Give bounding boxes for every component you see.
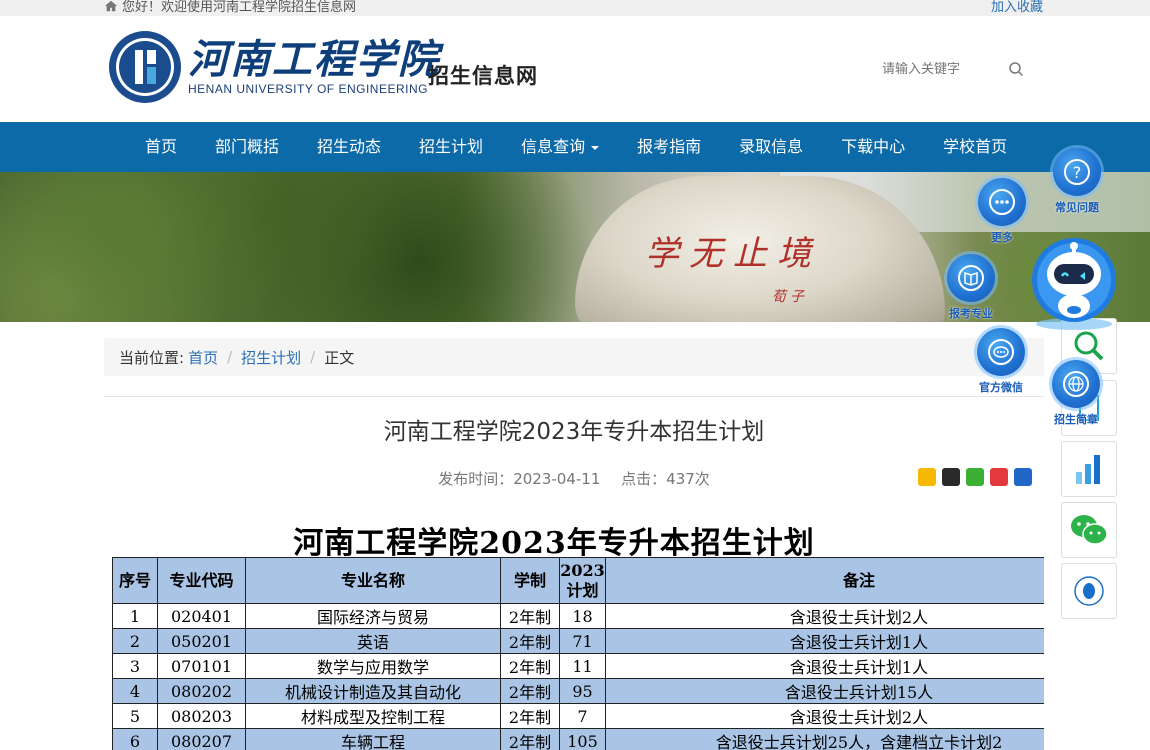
weibo-share-icon[interactable] xyxy=(990,468,1008,486)
qzone-share-icon[interactable] xyxy=(918,468,936,486)
nav-item-department[interactable]: 部门概括 xyxy=(196,122,298,172)
renren-share-icon[interactable] xyxy=(1014,468,1032,486)
share-buttons xyxy=(918,468,1032,486)
svg-text:?: ? xyxy=(1073,163,1082,182)
search-icon[interactable] xyxy=(1008,61,1024,77)
chevron-down-icon xyxy=(591,145,600,150)
publish-time: 发布时间：2023-04-11 xyxy=(438,470,601,488)
divider xyxy=(104,396,1044,397)
breadcrumb-label: 当前位置: xyxy=(119,348,185,367)
banner-rock-inscription: 学无止境 xyxy=(645,234,821,274)
nav-item-news[interactable]: 招生动态 xyxy=(298,122,400,172)
nav-item-query[interactable]: 信息查询 xyxy=(502,122,618,172)
table-row: 4 080202 机械设计制造及其自动化 2年制 95 含退役士兵计划15人 xyxy=(112,678,1044,704)
nav-item-plan[interactable]: 招生计划 xyxy=(400,122,502,172)
nav-item-guide[interactable]: 报考指南 xyxy=(618,122,720,172)
add-favorite-link[interactable]: 加入收藏 xyxy=(991,0,1043,15)
more-icon xyxy=(978,178,1026,226)
school-seal-icon xyxy=(109,31,181,103)
globe-icon xyxy=(1052,360,1100,408)
wechat-share-icon[interactable] xyxy=(966,468,984,486)
table-row: 5 080203 材料成型及控制工程 2年制 7 含退役士兵计划2人 xyxy=(112,703,1044,729)
school-name-en: HENAN UNIVERSITY OF ENGINEERING xyxy=(188,82,428,96)
nav-item-school-home[interactable]: 学校首页 xyxy=(924,122,1026,172)
article-title: 河南工程学院2023年专升本招生计划 xyxy=(383,419,765,445)
nav-item-admission[interactable]: 录取信息 xyxy=(720,122,822,172)
table-header-row: 序号 专业代码 专业名称 学制 2023 计划 备注 xyxy=(112,557,1044,604)
banner-rock-signature: 荀子 xyxy=(772,289,808,305)
breadcrumb-separator: / xyxy=(227,348,233,366)
more-widget[interactable]: 更多 xyxy=(978,178,1026,245)
plan-table-container: 序号 专业代码 专业名称 学制 2023 计划 备注 1 020401 国际经济与贸易… xyxy=(112,557,1044,750)
book-icon xyxy=(947,254,995,302)
robot-assistant-icon[interactable] xyxy=(1030,236,1118,332)
top-bar: 您好！欢迎使用河南工程学院招生信息网 加入收藏 xyxy=(0,0,1150,16)
wechat-widget[interactable]: 官方微信 xyxy=(977,328,1025,395)
document-title: 河南工程学院2023年专升本招生计划 xyxy=(293,526,815,561)
header-name: 专业名称 xyxy=(245,557,501,604)
guide-widget[interactable]: 报考专业 xyxy=(947,254,995,321)
qq-share-icon[interactable] xyxy=(942,468,960,486)
qq-icon xyxy=(1074,576,1104,606)
header-system: 学制 xyxy=(500,557,560,604)
breadcrumb-home-link[interactable]: 首页 xyxy=(188,347,218,368)
home-icon xyxy=(104,0,118,11)
table-row: 6 080207 车辆工程 2年制 105 含退役士兵计划25人，含建档立卡计划2 xyxy=(112,728,1044,750)
click-count: 点击：437次 xyxy=(621,470,710,488)
wechat-icon xyxy=(1071,515,1108,545)
chat-icon xyxy=(977,328,1025,376)
side-stats-button[interactable] xyxy=(1061,441,1117,497)
site-header: 河南工程学院 HENAN UNIVERSITY OF ENGINEERING 招… xyxy=(0,16,1150,122)
article-meta: 发布时间：2023-04-11 点击：437次 xyxy=(104,468,1044,489)
faq-widget[interactable]: ? 常见问题 xyxy=(1053,148,1101,215)
side-qq-button[interactable] xyxy=(1061,563,1117,619)
site-name: 招生信息网 xyxy=(428,64,538,88)
header-code: 专业代码 xyxy=(157,557,246,604)
main-nav: 首页 部门概括 招生动态 招生计划 信息查询 报考指南 录取信息 下载中心 学校… xyxy=(0,122,1150,172)
header-note: 备注 xyxy=(605,557,1044,604)
side-wechat-button[interactable] xyxy=(1061,502,1117,558)
question-icon: ? xyxy=(1053,148,1101,196)
header-no: 序号 xyxy=(112,557,158,604)
welcome-text: 您好！欢迎使用河南工程学院招生信息网 xyxy=(104,0,356,15)
brochure-widget[interactable]: 招生简章 xyxy=(1052,360,1100,427)
search-icon xyxy=(1074,331,1104,361)
search-box xyxy=(872,54,1032,84)
breadcrumb-separator: / xyxy=(310,348,316,366)
breadcrumb: 当前位置: 首页 / 招生计划 / 正文 xyxy=(104,338,1044,376)
school-logo[interactable]: 河南工程学院 HENAN UNIVERSITY OF ENGINEERING xyxy=(108,30,440,104)
table-row: 1 020401 国际经济与贸易 2年制 18 含退役士兵计划2人 xyxy=(112,603,1044,629)
plan-table: 序号 专业代码 专业名称 学制 2023 计划 备注 1 020401 国际经济与贸易… xyxy=(112,557,1044,750)
table-row: 2 050201 英语 2年制 71 含退役士兵计划1人 xyxy=(112,628,1044,654)
breadcrumb-current: 正文 xyxy=(324,348,355,367)
breadcrumb-category-link[interactable]: 招生计划 xyxy=(241,347,301,368)
header-plan: 2023 计划 xyxy=(559,557,606,604)
school-name-cn: 河南工程学院 xyxy=(188,36,440,83)
bar-chart-icon xyxy=(1076,455,1100,484)
search-input[interactable] xyxy=(872,61,1002,77)
nav-item-home[interactable]: 首页 xyxy=(126,122,196,172)
table-row: 3 070101 数学与应用数学 2年制 11 含退役士兵计划1人 xyxy=(112,653,1044,679)
nav-item-download[interactable]: 下载中心 xyxy=(822,122,924,172)
